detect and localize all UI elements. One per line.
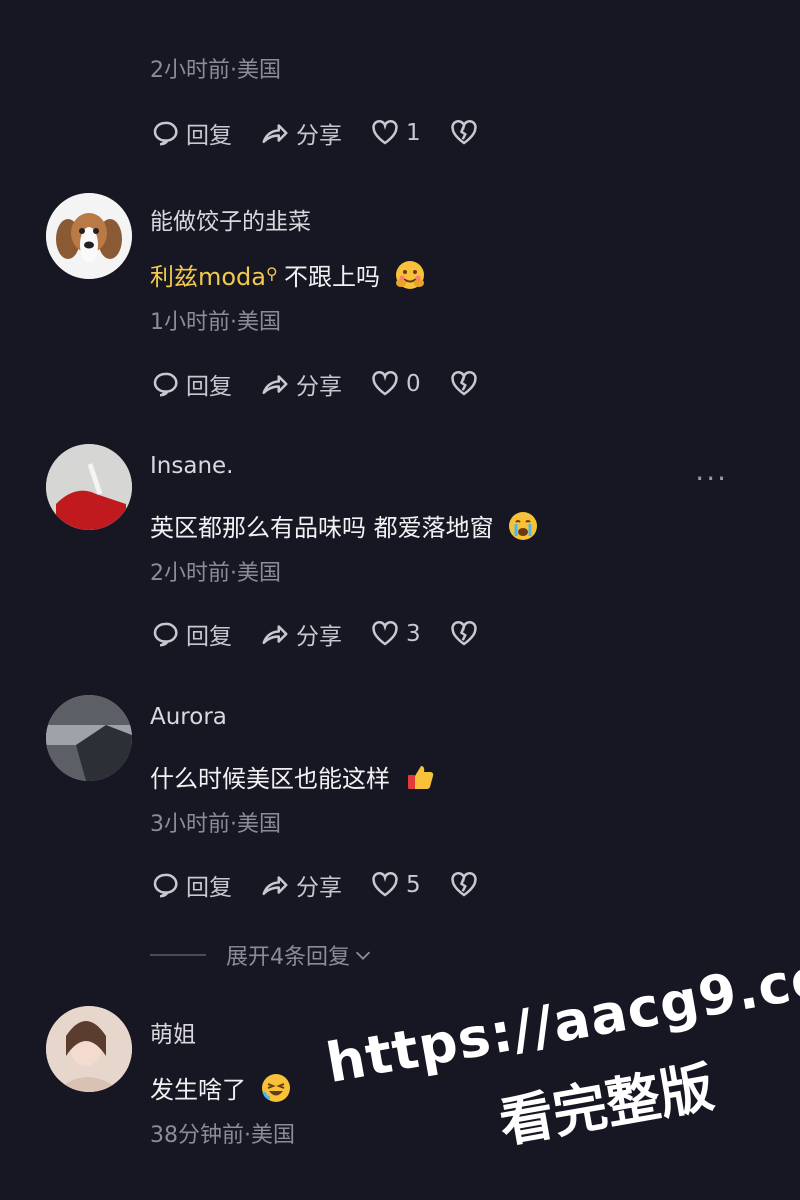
share-label: 分享 bbox=[296, 374, 342, 400]
reply-label: 回复 bbox=[186, 123, 232, 149]
comment-body: 发生啥了 bbox=[150, 1076, 246, 1104]
mention-link[interactable]: 利兹moda bbox=[150, 263, 266, 291]
comment-meta: 38分钟前·美国 bbox=[150, 1123, 295, 1148]
comment-meta: 3小时前·美国 bbox=[150, 812, 281, 837]
share-label: 分享 bbox=[296, 624, 342, 650]
expand-replies-label: 展开4条回复 bbox=[226, 945, 350, 970]
share-icon bbox=[262, 124, 288, 143]
like-button[interactable]: 3 bbox=[370, 619, 421, 649]
reply-icon bbox=[153, 622, 178, 647]
username[interactable]: Aurora bbox=[150, 704, 227, 730]
comment-body: 什么时候美区也能这样 bbox=[150, 765, 390, 793]
dislike-button[interactable] bbox=[449, 619, 485, 649]
avatar[interactable] bbox=[46, 1006, 132, 1092]
broken-heart-icon bbox=[450, 871, 477, 897]
comment-text: 发生啥了 bbox=[150, 1070, 292, 1105]
chevron-down-icon bbox=[355, 951, 371, 960]
like-count: 1 bbox=[406, 120, 421, 146]
cropped-mention bbox=[150, 0, 260, 12]
thumbs-up-emoji-icon bbox=[407, 766, 433, 789]
like-count: 0 bbox=[406, 371, 421, 397]
divider bbox=[150, 954, 206, 956]
like-count: 5 bbox=[406, 872, 421, 898]
username[interactable]: Insane. bbox=[150, 453, 233, 479]
share-label: 分享 bbox=[296, 123, 342, 149]
dog-avatar-image bbox=[46, 193, 132, 279]
username[interactable]: 能做饺子的韭菜 bbox=[150, 202, 311, 236]
comment-actions: 回复 分享 0 bbox=[150, 367, 513, 401]
comment-actions: 回复 分享 1 bbox=[150, 116, 513, 150]
avatar-image bbox=[46, 444, 132, 530]
avatar[interactable] bbox=[46, 444, 132, 530]
comment-text: 英区都那么有品味吗 都爱落地窗 bbox=[150, 508, 539, 543]
reply-button[interactable]: 回复 bbox=[150, 116, 232, 150]
search-icon: ⚲ bbox=[266, 264, 278, 283]
watermark: https://aacg9.com 看完整版 bbox=[306, 920, 800, 1200]
laughing-emoji-icon bbox=[261, 1074, 290, 1102]
like-button[interactable]: 5 bbox=[370, 870, 421, 900]
more-options-button[interactable]: ··· bbox=[695, 462, 728, 495]
avatar-image bbox=[46, 695, 132, 781]
comment-meta: 1小时前·美国 bbox=[150, 310, 281, 335]
dislike-button[interactable] bbox=[449, 870, 485, 900]
broken-heart-icon bbox=[450, 119, 477, 145]
broken-heart-icon bbox=[450, 370, 477, 396]
hug-emoji-icon bbox=[395, 261, 424, 289]
avatar[interactable] bbox=[46, 193, 132, 279]
share-button[interactable]: 分享 bbox=[260, 868, 342, 902]
comment-actions: 回复 分享 3 bbox=[150, 617, 513, 651]
reply-icon bbox=[153, 873, 178, 898]
heart-icon bbox=[372, 871, 398, 897]
like-button[interactable]: 0 bbox=[370, 369, 421, 399]
comment-body: 不跟上吗 bbox=[284, 263, 381, 291]
broken-heart-icon bbox=[450, 620, 477, 646]
like-button[interactable]: 1 bbox=[370, 118, 421, 148]
heart-icon bbox=[372, 620, 398, 646]
reply-label: 回复 bbox=[186, 624, 232, 650]
share-icon bbox=[262, 876, 288, 895]
dislike-button[interactable] bbox=[449, 369, 485, 399]
heart-icon bbox=[372, 370, 398, 396]
reply-button[interactable]: 回复 bbox=[150, 868, 232, 902]
reply-button[interactable]: 回复 bbox=[150, 367, 232, 401]
like-count: 3 bbox=[406, 621, 421, 647]
reply-icon bbox=[153, 121, 178, 146]
reply-icon bbox=[153, 372, 178, 397]
share-icon bbox=[262, 375, 288, 394]
comment-text: 利兹moda⚲ 不跟上吗 bbox=[150, 257, 426, 292]
comment-text: 什么时候美区也能这样 bbox=[150, 759, 436, 794]
avatar-image bbox=[46, 1006, 132, 1092]
heart-icon bbox=[372, 119, 398, 145]
comment-meta: 2小时前·美国 bbox=[150, 58, 281, 83]
comment-body: 英区都那么有品味吗 都爱落地窗 bbox=[150, 514, 494, 542]
crying-emoji-icon bbox=[509, 512, 538, 540]
share-label: 分享 bbox=[296, 875, 342, 901]
share-button[interactable]: 分享 bbox=[260, 617, 342, 651]
expand-replies-button[interactable]: 展开4条回复 bbox=[150, 938, 374, 972]
reply-label: 回复 bbox=[186, 374, 232, 400]
share-button[interactable]: 分享 bbox=[260, 116, 342, 150]
reply-button[interactable]: 回复 bbox=[150, 617, 232, 651]
dislike-button[interactable] bbox=[449, 118, 485, 148]
comment-actions: 回复 分享 5 bbox=[150, 868, 513, 902]
reply-label: 回复 bbox=[186, 875, 232, 901]
comment-meta: 2小时前·美国 bbox=[150, 561, 281, 586]
avatar[interactable] bbox=[46, 695, 132, 781]
username[interactable]: 萌姐 bbox=[150, 1015, 196, 1049]
share-icon bbox=[262, 625, 288, 644]
share-button[interactable]: 分享 bbox=[260, 367, 342, 401]
